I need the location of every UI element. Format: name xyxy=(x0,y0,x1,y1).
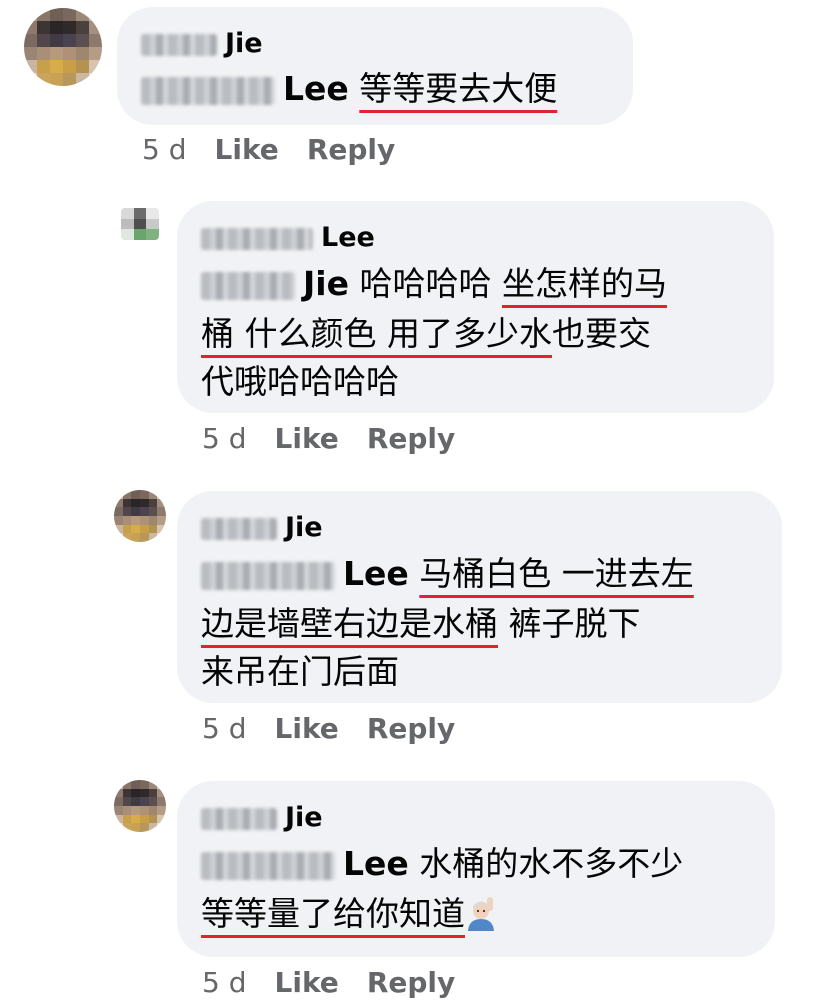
comment-text: Lee 等等要去大便 xyxy=(141,64,557,114)
timestamp[interactable]: 5 d xyxy=(142,133,187,167)
timestamp[interactable]: 5 d xyxy=(202,966,247,1000)
mention[interactable]: Jie xyxy=(201,264,349,303)
comment-text: Lee 水桶的水不多不少 xyxy=(201,839,683,889)
like-button[interactable]: Like xyxy=(275,712,339,746)
like-button[interactable]: Like xyxy=(275,966,339,1000)
reply-button[interactable]: Reply xyxy=(307,133,395,167)
underlined-text: 马桶白色 一进去左 xyxy=(419,554,694,593)
timestamp[interactable]: 5 d xyxy=(202,422,247,456)
mention[interactable]: Lee xyxy=(141,69,349,108)
comment-text: Jie 哈哈哈哈 坐怎样的马 xyxy=(201,259,667,309)
blurred-name xyxy=(201,561,335,590)
underlined-text: 边是墙壁右边是水桶 xyxy=(201,604,498,643)
comment-text: 来吊在门后面 xyxy=(201,652,399,691)
underlined-text: 等等量了给你知道 xyxy=(201,894,465,933)
underlined-text: 桶 什么颜色 用了多少水 xyxy=(201,314,552,353)
reply-button[interactable]: Reply xyxy=(367,712,455,746)
avatar[interactable] xyxy=(114,780,166,832)
blurred-name xyxy=(201,517,277,540)
mention[interactable]: Lee xyxy=(201,554,409,593)
comment-text: 桶 什么颜色 用了多少水也要交 xyxy=(201,314,651,353)
mention[interactable]: Lee xyxy=(201,844,409,883)
comment-text: 代哦哈哈哈哈 xyxy=(201,362,399,401)
blurred-name xyxy=(201,807,277,830)
comment-author[interactable]: Jie xyxy=(201,512,323,544)
comment-author[interactable]: Jie xyxy=(141,28,263,60)
underlined-text: 坐怎样的马 xyxy=(501,264,667,303)
comment-actions: 5 d Like Reply xyxy=(202,422,483,456)
person-raising-hand-icon xyxy=(465,895,501,931)
comment-text: Lee 马桶白色 一进去左 xyxy=(201,549,694,599)
reply-button[interactable]: Reply xyxy=(367,966,455,1000)
comment-author[interactable]: Jie xyxy=(201,802,323,834)
blurred-name xyxy=(141,76,275,105)
comment-actions: 5 d Like Reply xyxy=(202,712,483,746)
blurred-name xyxy=(201,271,295,300)
avatar[interactable] xyxy=(121,208,159,240)
comment-actions: 5 d Like Reply xyxy=(202,966,483,1000)
comment-text: 边是墙壁右边是水桶 裤子脱下 xyxy=(201,604,641,643)
comment-text: 等等量了给你知道 xyxy=(201,889,501,939)
like-button[interactable]: Like xyxy=(215,133,279,167)
blurred-name xyxy=(201,851,335,880)
timestamp[interactable]: 5 d xyxy=(202,712,247,746)
comment-author[interactable]: Lee xyxy=(201,222,375,254)
like-button[interactable]: Like xyxy=(275,422,339,456)
comment-actions: 5 d Like Reply xyxy=(142,133,423,167)
underlined-text: 等等要去大便 xyxy=(359,69,558,108)
avatar[interactable] xyxy=(24,8,102,86)
blurred-name xyxy=(201,227,313,250)
blurred-name xyxy=(141,33,217,56)
avatar[interactable] xyxy=(114,490,166,542)
reply-button[interactable]: Reply xyxy=(367,422,455,456)
